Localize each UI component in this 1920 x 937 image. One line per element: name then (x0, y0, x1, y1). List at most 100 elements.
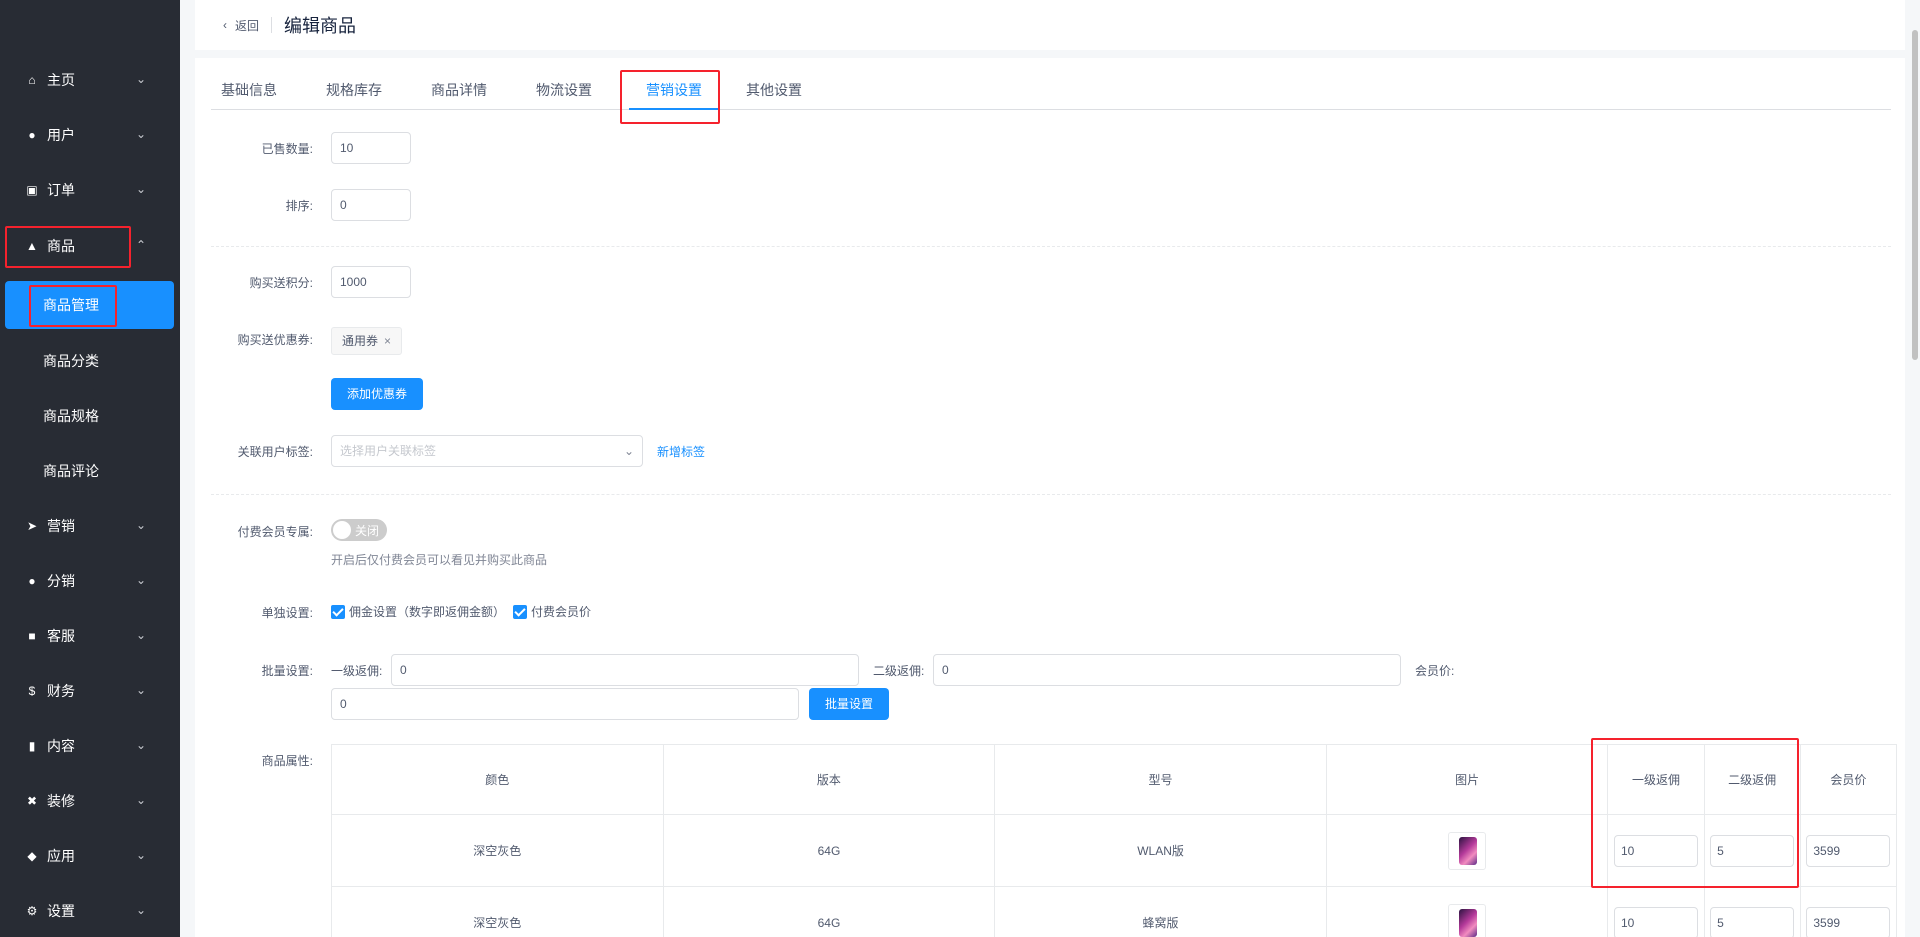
switch-text: 关闭 (355, 524, 380, 538)
box-icon: ◆ (27, 849, 37, 863)
section-divider (211, 246, 1891, 247)
sidebar-item-label: 内容 (47, 738, 75, 754)
tab-logistics[interactable]: 物流设置 (536, 70, 592, 110)
page-scrollbar[interactable] (1912, 30, 1918, 360)
sidebar-item-service[interactable]: ■ 客服 ⌄ (0, 616, 180, 656)
tab-basic-info[interactable]: 基础信息 (221, 70, 277, 110)
product-thumbnail[interactable] (1448, 831, 1487, 870)
chevron-up-icon: ⌃ (135, 238, 146, 252)
switch-knob (333, 521, 351, 539)
sidebar-item-decorate[interactable]: ✖ 装修 ⌄ (0, 781, 180, 821)
points-label: 购买送积分: (249, 276, 313, 290)
basket-icon: ▲ (26, 239, 38, 253)
user-tag-label: 关联用户标签: (237, 445, 313, 459)
sidebar-subitem-goods-category[interactable]: 商品分类 (5, 337, 174, 385)
paid-member-label: 付费会员专属: (237, 525, 313, 539)
single-setting-label: 单独设置: (261, 606, 313, 620)
cell-level1: 10 (1607, 814, 1705, 887)
checkbox-checked-icon (331, 604, 345, 619)
back-button[interactable]: ‹ 返回 (223, 17, 259, 34)
main-card: 基础信息 规格库存 商品详情 物流设置 营销设置 其他设置 已售数量: 10 排… (195, 58, 1905, 937)
sold-count-label: 已售数量: (261, 142, 313, 156)
chevron-down-icon: ⌄ (135, 848, 146, 862)
user-tag-select[interactable]: 选择用户关联标签 ⌄ (331, 435, 643, 467)
chevron-down-icon: ⌄ (135, 738, 146, 752)
sidebar-item-content[interactable]: ▮ 内容 ⌄ (0, 726, 180, 766)
sidebar-item-settings[interactable]: ⚙ 设置 ⌄ (0, 891, 180, 931)
chevron-down-icon: ⌄ (135, 518, 146, 532)
send-icon: ➤ (26, 519, 38, 533)
sidebar-item-app[interactable]: ◆ 应用 ⌄ (0, 836, 180, 876)
tab-bar: 基础信息 规格库存 商品详情 物流设置 营销设置 其他设置 (211, 70, 1891, 110)
sidebar-subitem-label: 商品评论 (43, 463, 99, 479)
sidebar-item-label: 订单 (47, 182, 75, 198)
sold-count-input[interactable]: 10 (331, 132, 411, 164)
sidebar-subitem-goods-spec[interactable]: 商品规格 (5, 392, 174, 440)
points-input[interactable]: 1000 (331, 266, 411, 298)
sidebar-item-marketing[interactable]: ➤ 营销 ⌄ (0, 506, 180, 546)
attributes-table: 颜色 版本 型号 图片 一级返佣 二级返佣 会员价 深空灰色 64G WLAN版… (331, 744, 1898, 937)
sidebar-item-label: 主页 (47, 72, 75, 88)
sidebar-item-label: 应用 (47, 848, 75, 864)
level1-input[interactable]: 0 (391, 654, 859, 686)
sidebar-item-order[interactable]: ▣ 订单 ⌄ (0, 170, 180, 210)
table-header-row: 颜色 版本 型号 图片 一级返佣 二级返佣 会员价 (331, 744, 1898, 815)
user-tag-placeholder: 选择用户关联标签 (340, 444, 437, 458)
back-label: 返回 (235, 18, 260, 33)
close-icon[interactable]: × (384, 334, 391, 348)
commission-checkbox-label: 佣金设置（数字即返佣金额） (349, 605, 506, 619)
sidebar-item-home[interactable]: ⌂ 主页 ⌄ (0, 60, 180, 100)
tools-icon: ✖ (26, 794, 38, 808)
sidebar-subitem-label: 商品分类 (43, 353, 99, 369)
level2-label: 二级返佣: (873, 664, 925, 678)
new-tag-link[interactable]: 新增标签 (657, 443, 705, 460)
chevron-down-icon: ⌄ (135, 793, 146, 807)
sidebar-item-finance[interactable]: $ 财务 ⌄ (0, 671, 180, 711)
level2-commission-input[interactable]: 5 (1710, 906, 1795, 937)
level1-commission-input[interactable]: 10 (1613, 906, 1698, 937)
sidebar-subitem-goods-manage[interactable]: 商品管理 (5, 281, 174, 329)
dollar-icon: $ (28, 684, 36, 698)
sidebar-item-distribution[interactable]: ● 分销 ⌄ (0, 561, 180, 601)
book-icon: ▮ (28, 739, 36, 753)
tab-other[interactable]: 其他设置 (746, 70, 802, 110)
user-icon: ● (28, 128, 36, 142)
member-price-input[interactable]: 0 (331, 688, 799, 720)
cell-image (1325, 886, 1609, 937)
sort-input[interactable]: 0 (331, 189, 411, 221)
sidebar-item-label: 客服 (47, 628, 75, 644)
level2-commission-input[interactable]: 5 (1710, 834, 1795, 867)
checkbox-checked-icon (513, 604, 527, 619)
tab-spec-stock[interactable]: 规格库存 (326, 70, 382, 110)
level2-input[interactable]: 0 (933, 654, 1401, 686)
chevron-down-icon: ⌄ (135, 573, 146, 587)
product-thumbnail[interactable] (1448, 903, 1487, 937)
cell-version: 64G (662, 814, 996, 887)
tab-goods-detail[interactable]: 商品详情 (431, 70, 487, 110)
chevron-left-icon: ‹ (223, 18, 227, 32)
coupon-tag-label: 通用券 (342, 334, 379, 348)
batch-set-button[interactable]: 批量设置 (809, 688, 889, 720)
cell-model: 蜂窝版 (994, 886, 1327, 937)
sidebar-subitem-goods-review[interactable]: 商品评论 (5, 447, 174, 495)
gear-icon: ⚙ (26, 904, 38, 918)
cell-image (1325, 814, 1609, 887)
level1-commission-input[interactable]: 10 (1613, 834, 1698, 867)
section-divider (211, 494, 1891, 495)
sidebar-item-label: 用户 (47, 127, 75, 143)
sidebar-item-label: 商品 (47, 238, 75, 254)
member-price-cell-input[interactable]: 3599 (1806, 834, 1891, 867)
commission-checkbox[interactable]: 佣金设置（数字即返佣金额） (331, 603, 505, 620)
member-price-checkbox-label: 付费会员价 (531, 605, 592, 619)
chevron-down-icon: ⌄ (623, 444, 634, 458)
member-price-cell-input[interactable]: 3599 (1806, 906, 1891, 937)
member-price-checkbox[interactable]: 付费会员价 (513, 603, 591, 620)
sidebar-subitem-label: 商品管理 (43, 297, 99, 313)
sort-label: 排序: (285, 199, 313, 213)
add-coupon-button[interactable]: 添加优惠券 (331, 378, 423, 410)
coupon-tag: 通用券 × (331, 327, 403, 355)
sidebar-item-user[interactable]: ● 用户 ⌄ (0, 115, 180, 155)
sidebar-item-goods[interactable]: ▲ 商品 ⌃ (0, 226, 180, 266)
tab-marketing[interactable]: 营销设置 (629, 70, 719, 110)
paid-member-switch[interactable]: 关闭 (331, 519, 387, 541)
